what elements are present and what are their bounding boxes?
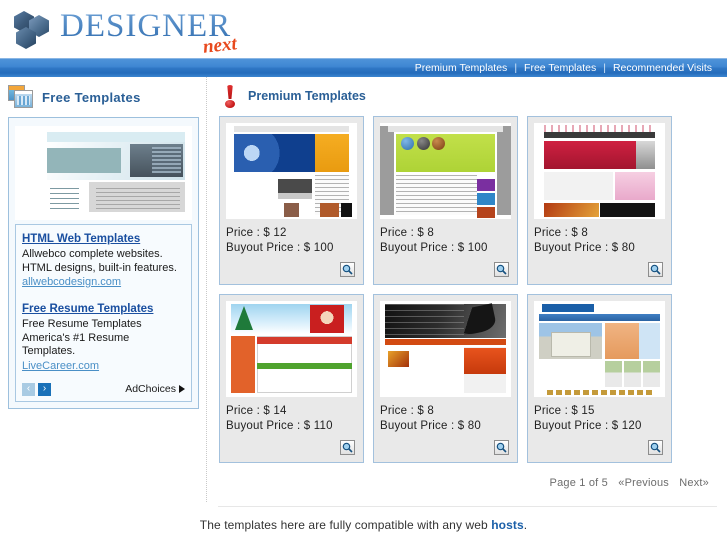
logo-secondary-text: next [202,33,239,58]
zoom-preview-icon[interactable] [340,262,355,277]
template-card[interactable]: Price : $ 14 Buyout Price : $ 110 [219,294,364,463]
ad-url-allwebcodesign[interactable]: allwebcodesign.com [22,275,185,290]
template-buyout-price: Buyout Price : $ 110 [226,420,333,432]
adchoices-triangle-icon [179,385,185,393]
footer-text-after: . [523,518,528,532]
template-thumbnail[interactable] [226,301,357,397]
zoom-preview-icon[interactable] [494,440,509,455]
adchoices-label: AdChoices [125,383,176,395]
adchoices-link[interactable]: AdChoices [125,383,185,395]
templates-row: Price : $ 12 Buyout Price : $ 100 Price [219,116,716,285]
ad-previous-button[interactable]: ‹ [22,382,35,396]
template-price: Price : $ 15 [534,405,595,417]
footer-hosts-link[interactable]: hosts [491,518,524,532]
zoom-preview-icon[interactable] [494,262,509,277]
site-footer: The templates here are fully compatible … [0,518,727,532]
zoom-preview-icon[interactable] [648,262,663,277]
exclamation-mark-icon [222,85,238,108]
footer-text-before: The templates here are fully compatible … [199,518,492,532]
template-price: Price : $ 12 [226,227,287,239]
template-card[interactable]: Price : $ 12 Buyout Price : $ 100 [219,116,364,285]
footer-divider [218,506,717,507]
nav-item-free-templates[interactable]: Free Templates [517,59,603,78]
sidebar-title: Free Templates [42,89,141,105]
template-thumbnail[interactable] [380,301,511,397]
template-buyout-price: Buyout Price : $ 80 [534,242,635,254]
page-title: Premium Templates [248,89,366,103]
template-buyout-price: Buyout Price : $ 80 [380,420,481,432]
zoom-preview-icon[interactable] [648,440,663,455]
previous-page-link[interactable]: «Previous [618,477,669,489]
ad-title-html-web-templates[interactable]: HTML Web Templates [22,232,185,246]
template-buyout-price: Buyout Price : $ 100 [380,242,488,254]
ad-description: Allwebco complete websites. HTML designs… [22,248,177,274]
site-logo[interactable]: DESIGNER next [14,8,238,58]
ad-next-button[interactable]: › [38,382,51,396]
ad-spacer [22,290,185,302]
advertisement-box: HTML Web Templates Allwebco complete web… [15,224,192,402]
main-navigation: Premium Templates | Free Templates | Rec… [0,58,727,77]
ad-footer: ‹ › AdChoices [22,382,185,396]
template-price: Price : $ 14 [226,405,287,417]
ad-pager: ‹ › [22,382,54,396]
templates-row: Price : $ 14 Buyout Price : $ 110 Price … [219,294,716,463]
next-page-link[interactable]: Next» [679,477,709,489]
templates-grid: Price : $ 12 Buyout Price : $ 100 Price [218,115,717,473]
template-price: Price : $ 8 [534,227,588,239]
nav-item-recommended-visits[interactable]: Recommended Visits [606,59,719,78]
template-card[interactable]: Price : $ 8 Buyout Price : $ 100 [373,116,518,285]
template-buyout-price: Buyout Price : $ 120 [534,420,642,432]
sidebar: Free Templates HTML Web Templates Allweb… [0,77,205,409]
sidebar-panel: HTML Web Templates Allwebco complete web… [8,117,199,409]
template-card[interactable]: Price : $ 8 Buyout Price : $ 80 [373,294,518,463]
pagination: Page 1 of 5 «Previous Next» [218,473,717,489]
cubes-logo-icon [14,11,52,51]
free-template-preview-thumbnail[interactable] [15,126,192,220]
main-header: Premium Templates [218,77,717,115]
logo-wordmark: DESIGNER next [60,8,238,58]
nav-item-premium-templates[interactable]: Premium Templates [408,59,515,78]
template-thumbnail[interactable] [226,123,357,219]
template-price: Price : $ 8 [380,227,434,239]
template-thumbnail[interactable] [534,123,665,219]
page-indicator: Page 1 of 5 [549,477,608,489]
template-card[interactable]: Price : $ 8 Buyout Price : $ 80 [527,116,672,285]
column-divider [206,77,207,502]
images-stack-icon [8,85,34,109]
zoom-preview-icon[interactable] [340,440,355,455]
ad-title-free-resume-templates[interactable]: Free Resume Templates [22,302,185,316]
site-header: DESIGNER next [0,0,727,58]
template-thumbnail[interactable] [534,301,665,397]
template-buyout-price: Buyout Price : $ 100 [226,242,334,254]
sidebar-header: Free Templates [0,77,205,115]
main-content: Premium Templates Price : $ 12 Buyout Pr… [218,77,717,489]
ad-description: Free Resume Templates America's #1 Resum… [22,318,142,357]
template-price: Price : $ 8 [380,405,434,417]
template-card[interactable]: Price : $ 15 Buyout Price : $ 120 [527,294,672,463]
template-thumbnail[interactable] [380,123,511,219]
page-body: Free Templates HTML Web Templates Allweb… [0,77,727,514]
ad-url-livecareer[interactable]: LiveCareer.com [22,359,185,374]
